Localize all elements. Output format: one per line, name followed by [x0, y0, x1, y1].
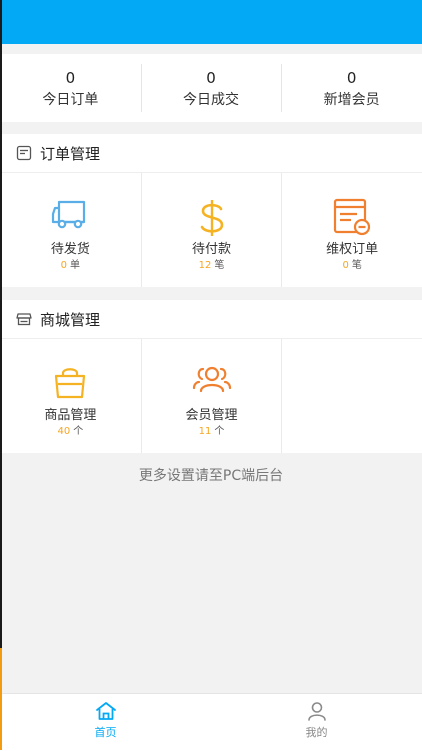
item-count: 11 个 — [198, 426, 225, 437]
user-icon — [307, 702, 326, 721]
mall-management-section: 商城管理 商品管理 40 个 会员管理 11 个 — [0, 300, 422, 453]
stat-today-deals[interactable]: 0 今日成交 — [140, 54, 282, 122]
member-management[interactable]: 会员管理 11 个 — [140, 339, 282, 453]
order-pending-shipment[interactable]: 待发货 0单 — [0, 173, 141, 287]
item-label: 维权订单 — [326, 242, 379, 257]
item-count: 12 笔 — [198, 260, 225, 271]
item-count: 0单 — [60, 260, 81, 271]
stat-value: 0 — [65, 69, 76, 87]
order-pending-payment[interactable]: 待付款 12 笔 — [140, 173, 282, 287]
section-title-label: 商城管理 — [40, 310, 101, 329]
store-icon — [16, 313, 32, 326]
stat-new-members[interactable]: 0 新增会员 — [281, 54, 422, 122]
tab-label: 首页 — [94, 726, 117, 739]
window-left-edge — [0, 0, 2, 750]
home-icon — [95, 702, 116, 720]
stats-bar: 0 今日订单 0 今日成交 0 新增会员 — [0, 54, 422, 122]
stat-value: 0 — [346, 69, 357, 87]
bottom-tab-bar: 首页 我的 — [0, 693, 422, 751]
more-settings-note: 更多设置请至PC端后台 — [138, 468, 284, 484]
members-icon — [192, 366, 231, 393]
stat-label: 今日订单 — [42, 92, 99, 108]
dispute-order-icon — [334, 198, 371, 236]
top-app-bar — [0, 0, 422, 44]
item-label: 商品管理 — [44, 408, 97, 423]
stat-label: 今日成交 — [183, 92, 239, 108]
order-management-section: 订单管理 待发货 0单 待付款 12 笔 维权订单 0 笔 — [0, 134, 422, 287]
stat-today-orders[interactable]: 0 今日订单 — [0, 54, 141, 122]
order-list-icon — [16, 145, 32, 161]
stat-value: 0 — [206, 69, 216, 87]
item-count: 40 个 — [57, 426, 84, 437]
section-title-label: 订单管理 — [40, 144, 101, 163]
order-disputes[interactable]: 维权订单 0笔 — [281, 173, 422, 287]
tab-home[interactable]: 首页 — [0, 694, 211, 751]
product-management[interactable]: 商品管理 40 个 — [0, 339, 141, 453]
section-title: 订单管理 — [0, 134, 422, 173]
item-label: 待付款 — [192, 242, 232, 257]
shopping-bag-icon — [55, 368, 86, 399]
empty-cell — [281, 339, 422, 453]
dollar-icon — [200, 200, 223, 236]
tab-mine[interactable]: 我的 — [211, 694, 422, 751]
item-label: 待发货 — [50, 242, 90, 257]
stat-label: 新增会员 — [323, 92, 380, 108]
section-title: 商城管理 — [0, 300, 422, 339]
item-count: 0笔 — [342, 260, 362, 271]
tab-label: 我的 — [305, 726, 328, 739]
item-label: 会员管理 — [185, 408, 238, 423]
truck-icon — [52, 200, 86, 229]
